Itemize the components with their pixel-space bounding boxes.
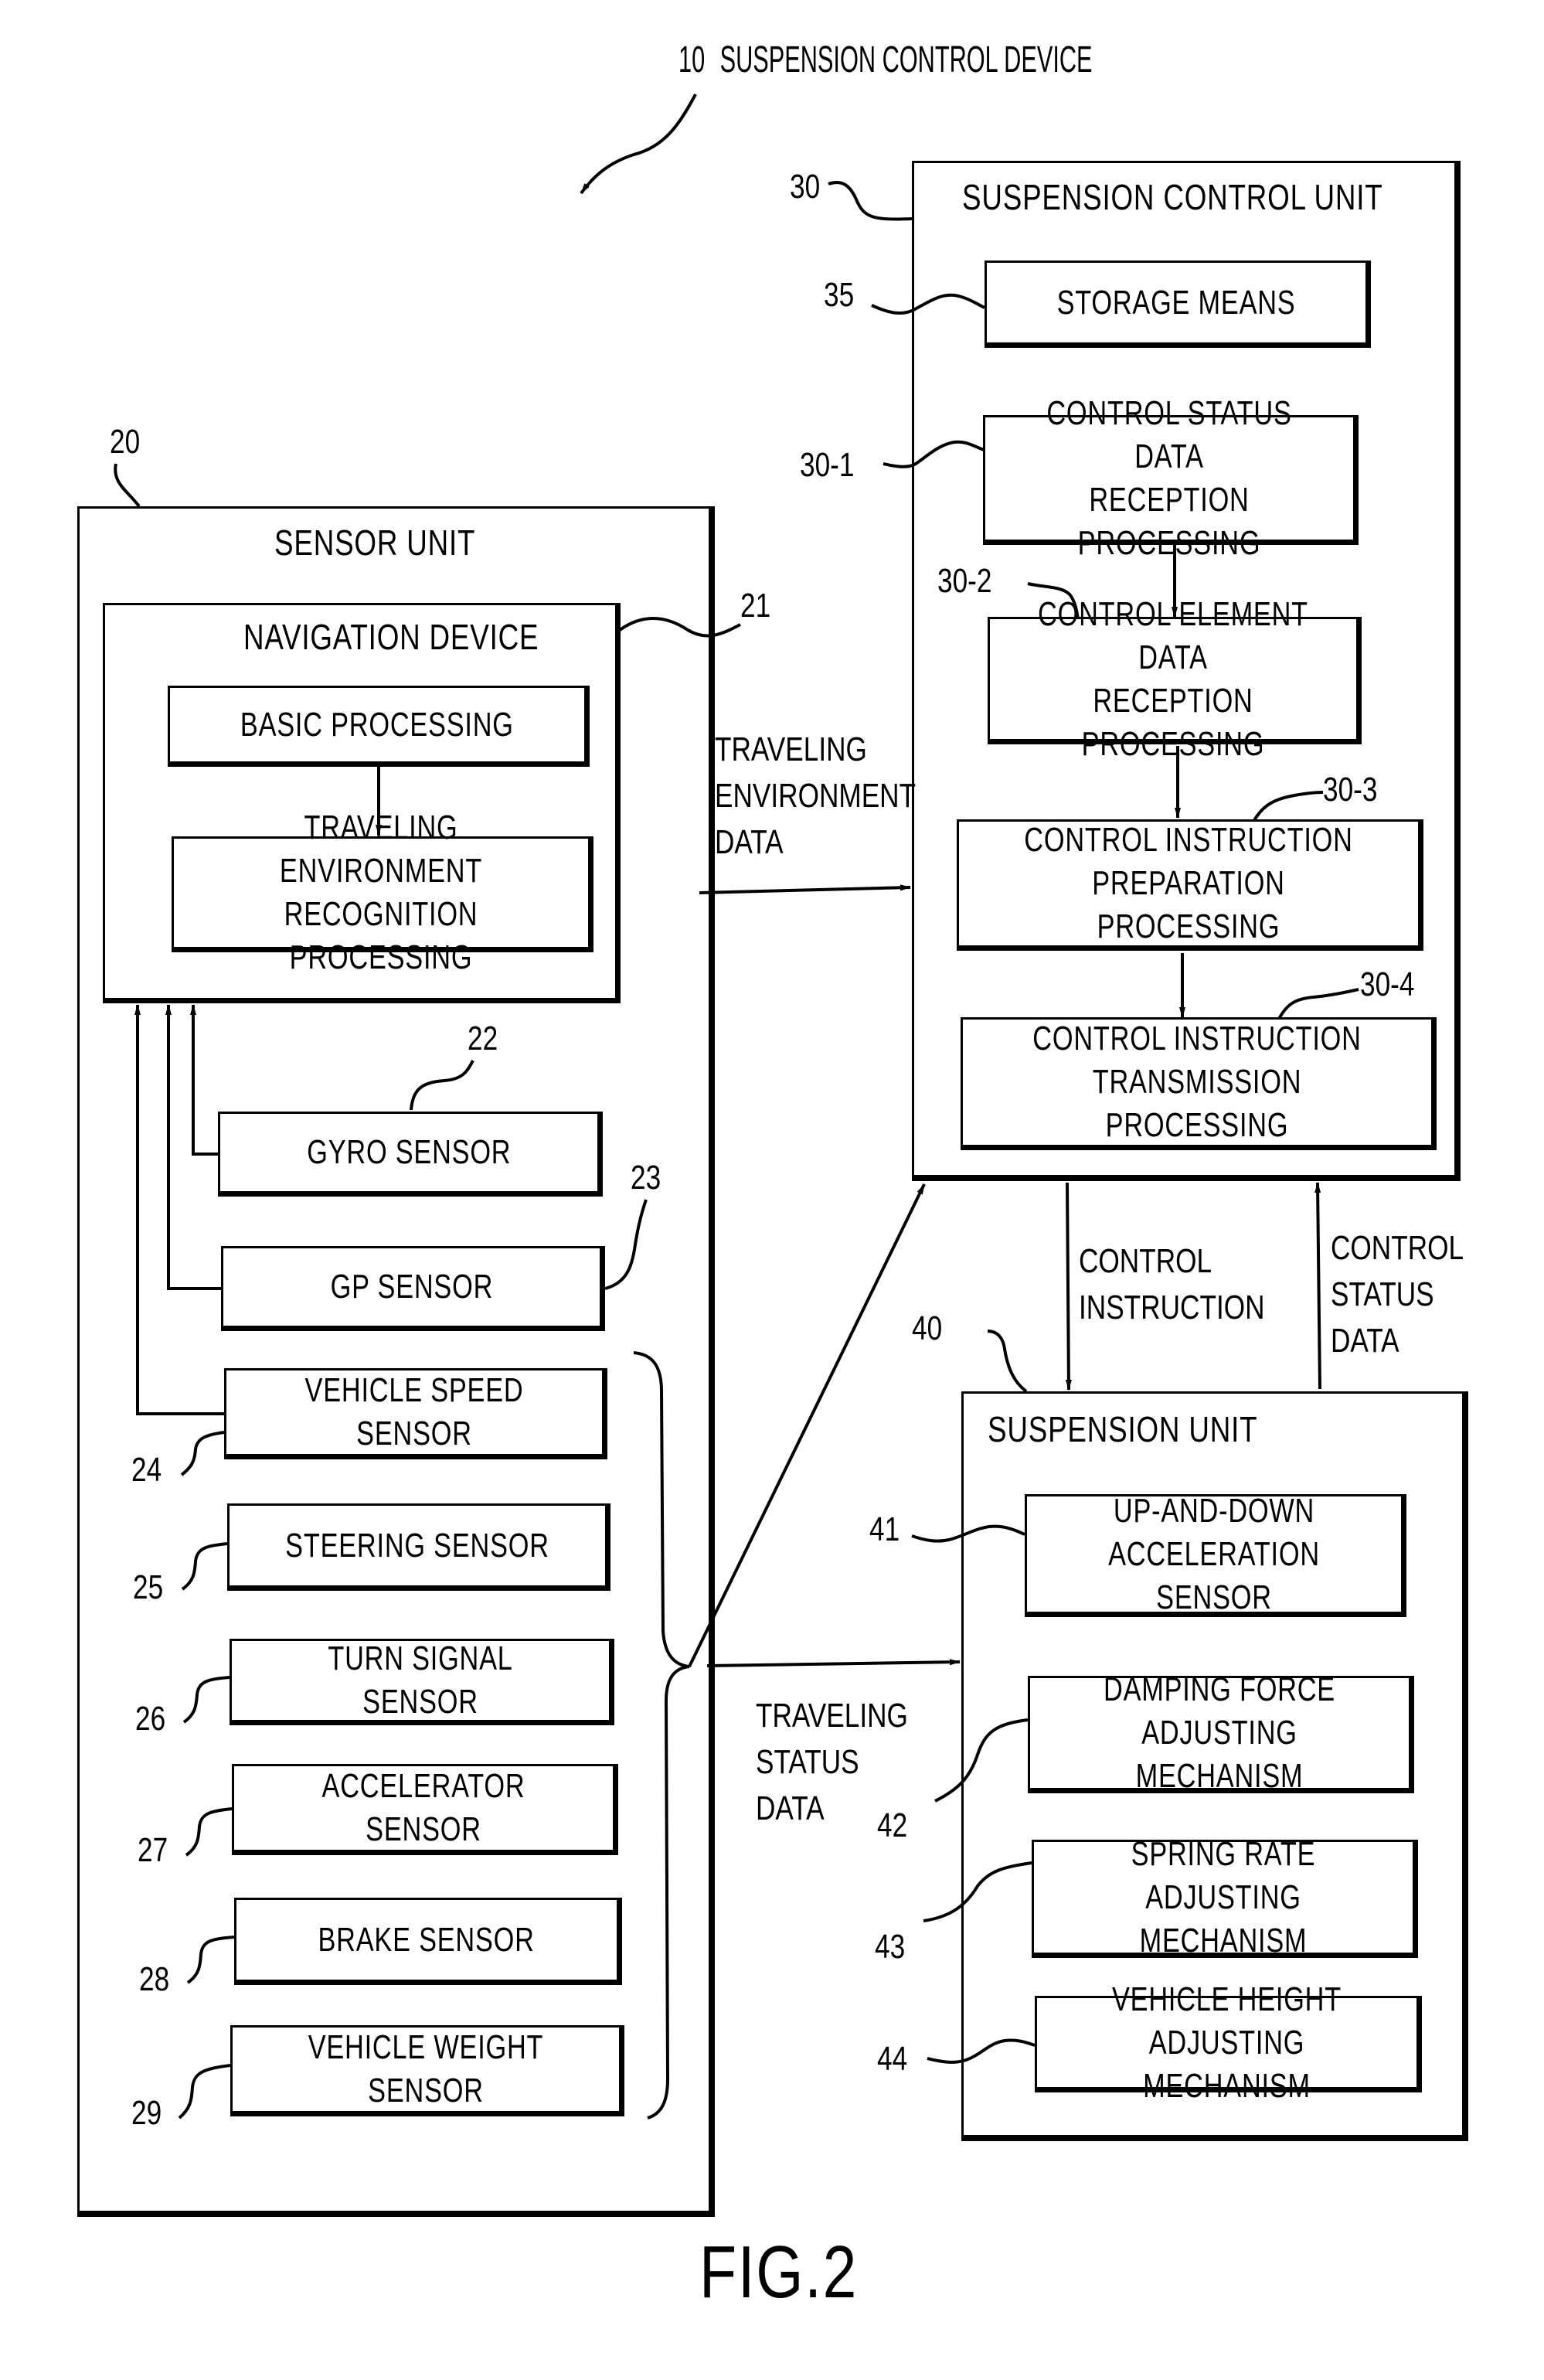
sensor-vehicle-speed: VEHICLE SPEED SENSOR bbox=[224, 1368, 607, 1459]
control-status-data-label: CONTROL STATUS DATA bbox=[1331, 1229, 1464, 1360]
figure-caption: FIG.2 bbox=[699, 2231, 859, 2314]
arrow-traveling-status-to-scu bbox=[688, 1183, 926, 1667]
sensor-vehicle-weight: VEHICLE WEIGHT SENSOR bbox=[230, 2025, 624, 2116]
sensor-steering-ref: 25 bbox=[133, 1568, 164, 1606]
component-43-ref: 43 bbox=[875, 1928, 906, 1966]
sensor-gyro-ref: 22 bbox=[468, 1020, 498, 1057]
step-30-1-ref: 30-1 bbox=[800, 446, 855, 484]
leader-20 bbox=[114, 463, 141, 508]
arrow-control-instruction bbox=[1065, 1182, 1072, 1391]
step-30-4-ref: 30-4 bbox=[1360, 965, 1415, 1003]
sensor-steering: STEERING SENSOR bbox=[227, 1503, 610, 1591]
sensor-turn-signal-ref: 26 bbox=[135, 1700, 166, 1738]
basic-processing-label: BASIC PROCESSING bbox=[240, 705, 514, 744]
step-control-status-reception-label: CONTROL STATUS DATA RECEPTION PROCESSING bbox=[1046, 394, 1292, 562]
step-control-instruction-transmission: CONTROL INSTRUCTION TRANSMISSION PROCESS… bbox=[961, 1017, 1437, 1150]
sensor-turn-signal: TURN SIGNAL SENSOR bbox=[230, 1639, 614, 1725]
sensor-brake: BRAKE SENSOR bbox=[234, 1898, 622, 1985]
component-damping-force-label: DAMPING FORCE ADJUSTING MECHANISM bbox=[1104, 1670, 1335, 1795]
component-42-ref: 42 bbox=[877, 1806, 908, 1844]
traveling-environment-recognition-block: TRAVELING ENVIRONMENT RECOGNITION PROCES… bbox=[172, 809, 593, 976]
sensor-accelerator: ACCELERATOR SENSOR bbox=[232, 1764, 618, 1855]
sensor-vehicle-speed-ref: 24 bbox=[131, 1451, 162, 1489]
component-vehicle-height-label: VEHICLE HEIGHT ADJUSTING MECHANISM bbox=[1112, 1980, 1342, 2105]
sensor-gp-label: GP SENSOR bbox=[330, 1268, 493, 1306]
sensor-unit-ref: 20 bbox=[110, 423, 141, 461]
navigation-device-title: NAVIGATION DEVICE bbox=[243, 617, 539, 657]
sensor-gp-ref: 23 bbox=[631, 1159, 661, 1197]
component-44-ref: 44 bbox=[877, 2040, 908, 2078]
arrow-traveling-environment-data bbox=[699, 884, 911, 894]
suspension-control-unit-ref: 30 bbox=[790, 168, 821, 206]
sensor-vehicle-speed-label: VEHICLE SPEED SENSOR bbox=[304, 1371, 524, 1452]
suspension-unit-ref: 40 bbox=[912, 1309, 943, 1347]
step-control-instruction-preparation-label: CONTROL INSTRUCTION PREPARATION PROCESSI… bbox=[1024, 821, 1353, 945]
sensor-gyro: GYRO SENSOR bbox=[218, 1112, 603, 1197]
arrow-control-status-data bbox=[1314, 1182, 1321, 1390]
sensor-gp: GP SENSOR bbox=[221, 1246, 605, 1331]
suspension-unit-title: SUSPENSION UNIT bbox=[988, 1409, 1258, 1449]
storage-means-label: STORAGE MEANS bbox=[1056, 283, 1296, 322]
traveling-environment-recognition-label: TRAVELING ENVIRONMENT RECOGNITION PROCES… bbox=[279, 809, 483, 976]
arrow-traveling-status-data bbox=[706, 1659, 961, 1667]
storage-means-block: STORAGE MEANS bbox=[985, 260, 1371, 348]
sensor-turn-signal-label: TURN SIGNAL SENSOR bbox=[328, 1639, 513, 1721]
leader-30 bbox=[828, 181, 913, 221]
figure-title-ref: 10 bbox=[678, 39, 706, 80]
leader-40 bbox=[987, 1330, 1028, 1393]
step-control-instruction-preparation: CONTROL INSTRUCTION PREPARATION PROCESSI… bbox=[957, 819, 1423, 951]
sensor-brake-ref: 28 bbox=[139, 1960, 170, 1998]
step-control-element-reception: CONTROL ELEMENT DATA RECEPTION PROCESSIN… bbox=[988, 595, 1362, 763]
sensor-brake-label: BRAKE SENSOR bbox=[318, 1920, 536, 1959]
component-41-ref: 41 bbox=[869, 1510, 900, 1548]
step-30-3-ref: 30-3 bbox=[1323, 771, 1378, 809]
sensor-accelerator-ref: 27 bbox=[138, 1831, 168, 1869]
control-instruction-label: CONTROL INSTRUCTION bbox=[1079, 1242, 1265, 1326]
figure-title-text: SUSPENSION CONTROL DEVICE bbox=[719, 39, 1093, 80]
sensor-accelerator-label: ACCELERATOR SENSOR bbox=[321, 1767, 525, 1848]
component-damping-force-adjusting: DAMPING FORCE ADJUSTING MECHANISM bbox=[1028, 1670, 1414, 1795]
component-up-and-down-label: UP-AND-DOWN ACCELERATION SENSOR bbox=[1108, 1491, 1320, 1616]
figure-title: 10 SUSPENSION CONTROL DEVICE bbox=[678, 39, 1312, 81]
component-up-and-down-acceleration-sensor: UP-AND-DOWN ACCELERATION SENSOR bbox=[1025, 1492, 1406, 1617]
sensor-vehicle-weight-label: VEHICLE WEIGHT SENSOR bbox=[308, 2028, 544, 2109]
sensor-unit-title: SENSOR UNIT bbox=[274, 523, 476, 563]
storage-means-ref: 35 bbox=[824, 276, 855, 314]
suspension-control-unit-title: SUSPENSION CONTROL UNIT bbox=[962, 177, 1383, 217]
step-control-instruction-transmission-label: CONTROL INSTRUCTION TRANSMISSION PROCESS… bbox=[1032, 1020, 1362, 1144]
component-vehicle-height-adjusting: VEHICLE HEIGHT ADJUSTING MECHANISM bbox=[1035, 1980, 1422, 2105]
step-control-element-reception-label: CONTROL ELEMENT DATA RECEPTION PROCESSIN… bbox=[1038, 594, 1308, 763]
navigation-device-ref: 21 bbox=[740, 587, 771, 625]
component-spring-rate-label: SPRING RATE ADJUSTING MECHANISM bbox=[1131, 1834, 1316, 1959]
traveling-status-data-label: TRAVELING STATUS DATA bbox=[756, 1697, 908, 1827]
sensor-gyro-label: GYRO SENSOR bbox=[306, 1133, 512, 1171]
component-spring-rate-adjusting: SPRING RATE ADJUSTING MECHANISM bbox=[1032, 1835, 1418, 1959]
title-pointer-arrow bbox=[580, 94, 697, 195]
sensor-steering-label: STEERING SENSOR bbox=[285, 1526, 549, 1565]
step-control-status-reception: CONTROL STATUS DATA RECEPTION PROCESSING bbox=[983, 394, 1359, 562]
sensor-vehicle-weight-ref: 29 bbox=[131, 2094, 162, 2132]
step-30-2-ref: 30-2 bbox=[937, 562, 992, 600]
basic-processing-block: BASIC PROCESSING bbox=[168, 686, 590, 767]
